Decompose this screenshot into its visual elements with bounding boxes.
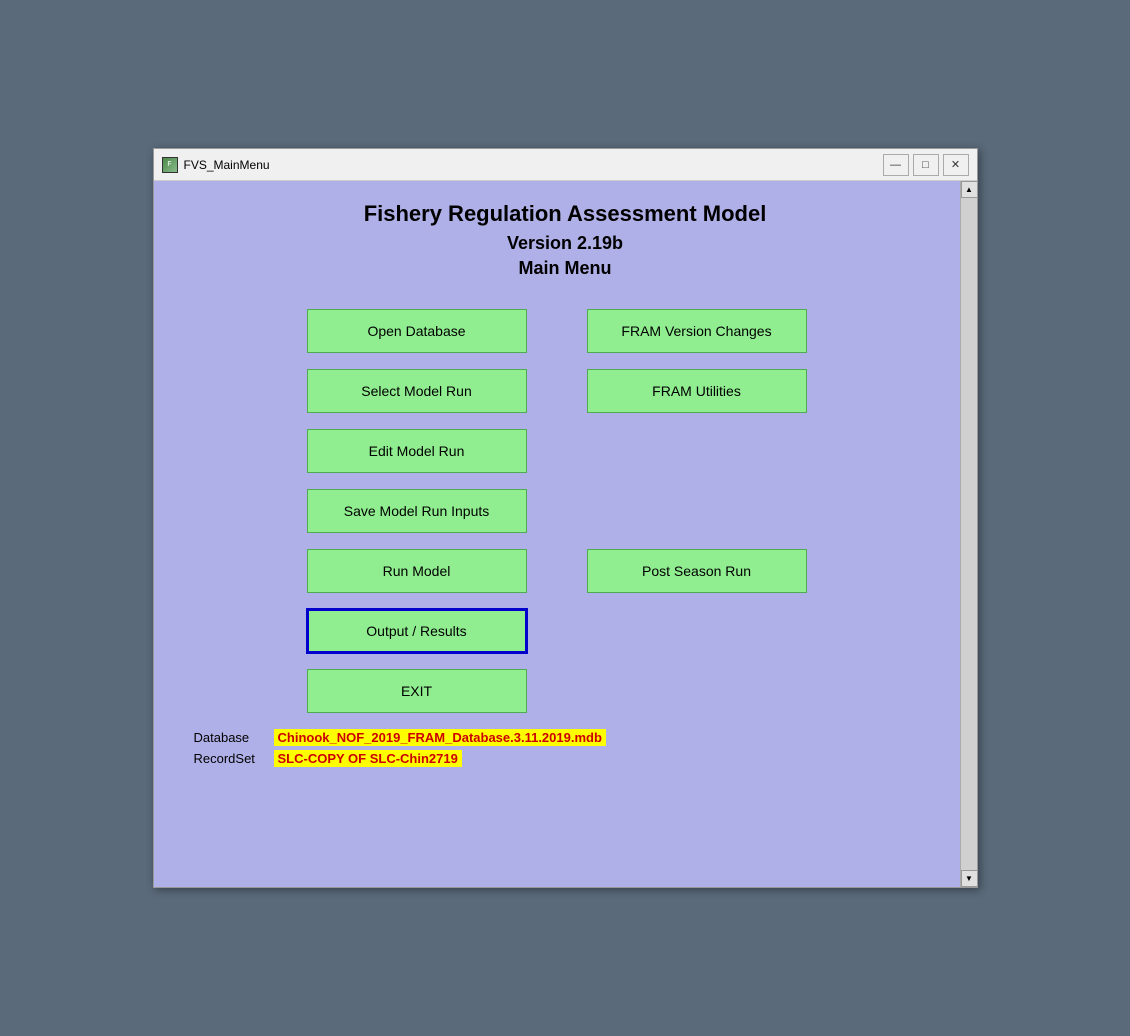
database-value: Chinook_NOF_2019_FRAM_Database.3.11.2019… <box>274 729 606 746</box>
button-row-6: Output / Results <box>194 609 920 653</box>
desktop: F FVS_MainMenu — □ ✕ Fishery Regulation … <box>0 0 1130 1036</box>
open-database-button[interactable]: Open Database <box>307 309 527 353</box>
button-row-1: Open Database FRAM Version Changes <box>194 309 920 353</box>
save-model-run-button[interactable]: Save Model Run Inputs <box>307 489 527 533</box>
close-button[interactable]: ✕ <box>943 154 969 176</box>
title-bar-controls: — □ ✕ <box>883 154 969 176</box>
title-bar: F FVS_MainMenu — □ ✕ <box>154 149 977 181</box>
edit-model-run-button[interactable]: Edit Model Run <box>307 429 527 473</box>
buttons-grid: Open Database FRAM Version Changes Selec… <box>194 309 937 713</box>
window-body: Fishery Regulation Assessment Model Vers… <box>154 181 977 887</box>
fram-version-changes-button[interactable]: FRAM Version Changes <box>587 309 807 353</box>
button-row-2: Select Model Run FRAM Utilities <box>194 369 920 413</box>
minimize-button[interactable]: — <box>883 154 909 176</box>
app-menu-title: Main Menu <box>194 258 937 279</box>
recordset-value: SLC-COPY OF SLC-Chin2719 <box>274 750 462 767</box>
window-title: FVS_MainMenu <box>184 158 883 172</box>
exit-button[interactable]: EXIT <box>307 669 527 713</box>
recordset-label: RecordSet <box>194 751 274 766</box>
scroll-track[interactable] <box>961 198 977 870</box>
button-row-3: Edit Model Run <box>194 429 920 473</box>
scrollbar[interactable]: ▲ ▼ <box>960 181 977 887</box>
fram-utilities-button[interactable]: FRAM Utilities <box>587 369 807 413</box>
database-label: Database <box>194 730 274 745</box>
button-row-7: EXIT <box>194 669 920 713</box>
scroll-down-button[interactable]: ▼ <box>961 870 978 887</box>
header-section: Fishery Regulation Assessment Model Vers… <box>194 201 937 279</box>
app-version: Version 2.19b <box>194 233 937 254</box>
run-model-button[interactable]: Run Model <box>307 549 527 593</box>
select-model-run-button[interactable]: Select Model Run <box>307 369 527 413</box>
scroll-up-button[interactable]: ▲ <box>961 181 978 198</box>
post-season-run-button[interactable]: Post Season Run <box>587 549 807 593</box>
main-window: F FVS_MainMenu — □ ✕ Fishery Regulation … <box>153 148 978 888</box>
button-row-4: Save Model Run Inputs <box>194 489 920 533</box>
button-row-5: Run Model Post Season Run <box>194 549 920 593</box>
footer-database-row: Database Chinook_NOF_2019_FRAM_Database.… <box>194 729 920 746</box>
footer-section: Database Chinook_NOF_2019_FRAM_Database.… <box>194 729 937 771</box>
footer-recordset-row: RecordSet SLC-COPY OF SLC-Chin2719 <box>194 750 920 767</box>
app-title: Fishery Regulation Assessment Model <box>194 201 937 227</box>
window-icon: F <box>162 157 178 173</box>
maximize-button[interactable]: □ <box>913 154 939 176</box>
output-results-button[interactable]: Output / Results <box>307 609 527 653</box>
